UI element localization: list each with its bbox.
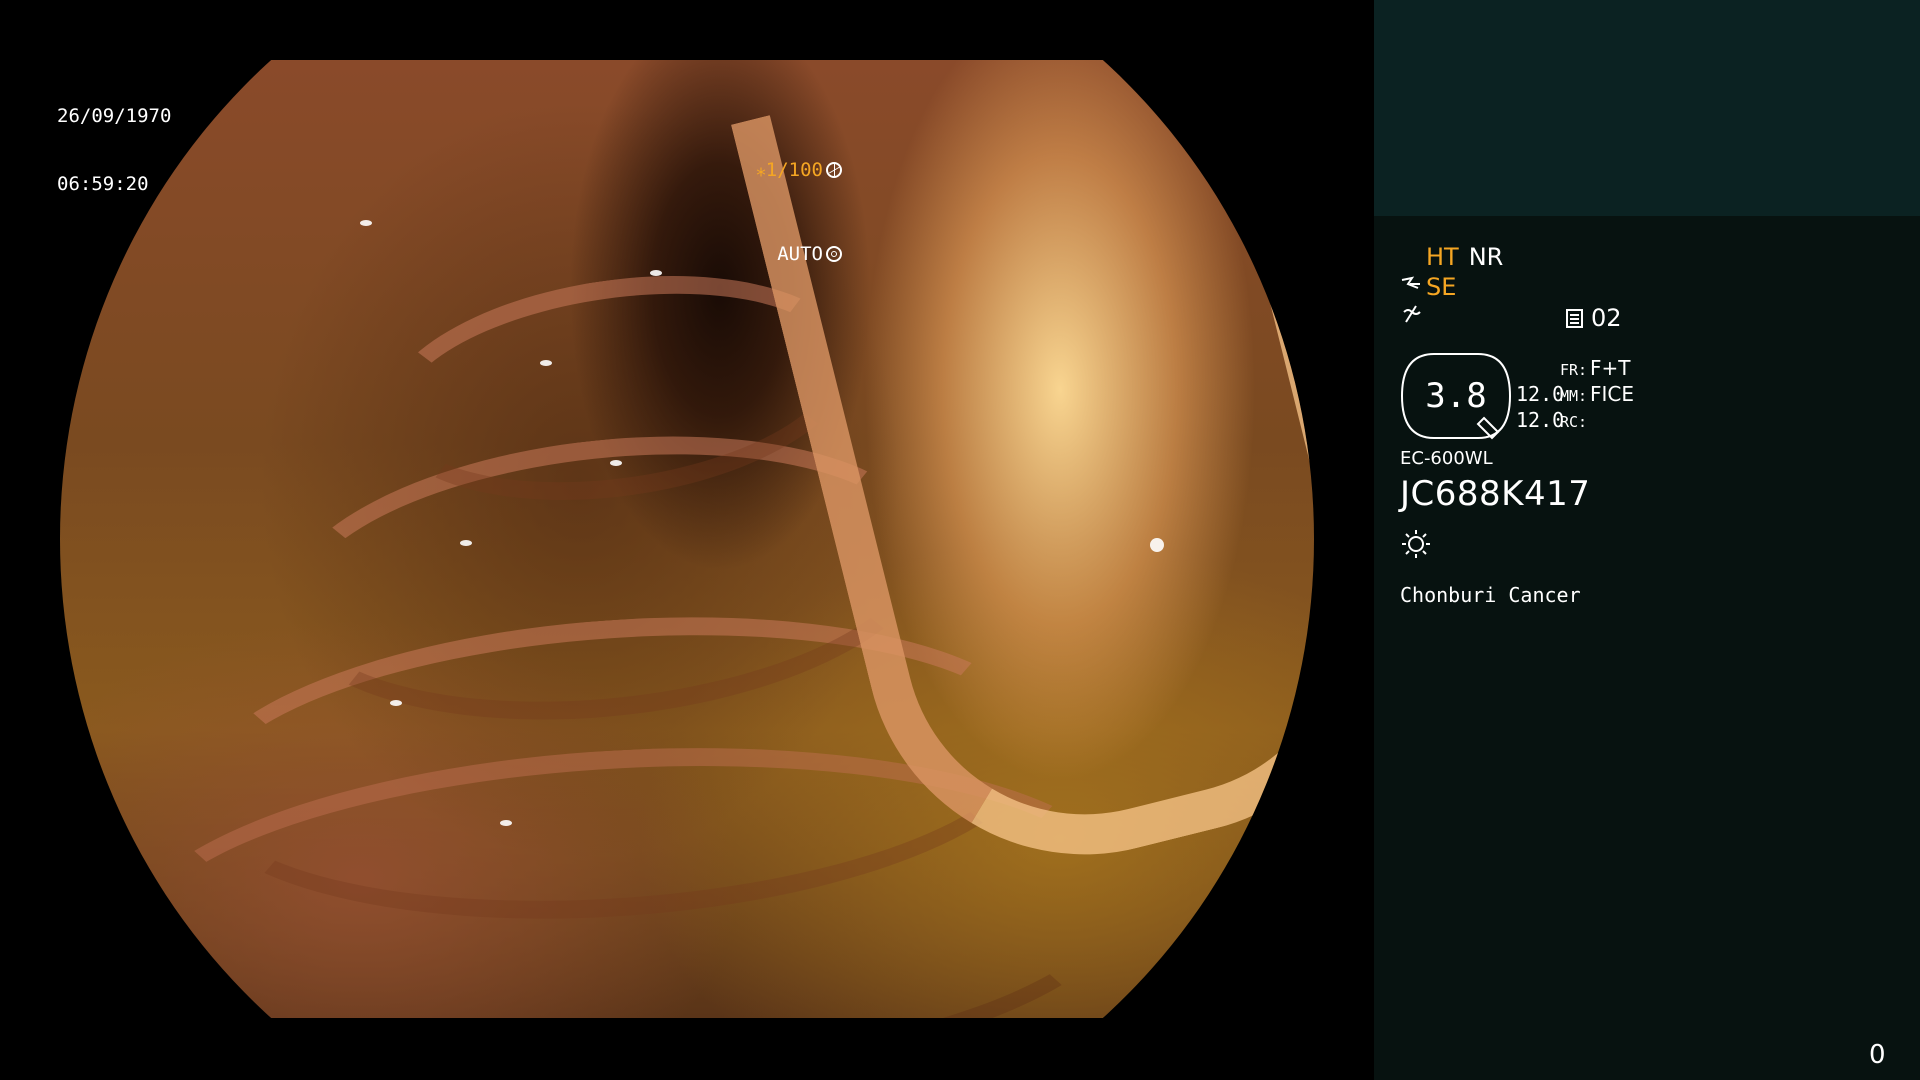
endoscope-image-area: 26/09/1970 06:59:20 ⁎1/100 AUTO	[0, 0, 1374, 1080]
date-text: 26/09/1970	[57, 104, 172, 127]
ht-label: HT	[1426, 243, 1459, 271]
memory-channel-row: 02	[1566, 304, 1622, 332]
specular-highlight	[360, 220, 372, 226]
scope-serial-text: JC688K417	[1400, 474, 1591, 514]
param-row: 12.0 RC:	[1516, 406, 1634, 432]
panel-header-block	[1374, 0, 1920, 216]
se-label: SE	[1426, 273, 1457, 301]
iris-mode-text: AUTO	[777, 243, 823, 265]
nr-label: NR	[1468, 243, 1504, 271]
param-value: FICE	[1590, 382, 1635, 406]
scope-model-text: EC-600WL	[1400, 448, 1493, 469]
param-label: MM:	[1560, 387, 1588, 405]
time-text: 06:59:20	[57, 172, 149, 195]
zoom-value: 3.8	[1425, 376, 1487, 416]
no-filter-icon	[1400, 304, 1426, 330]
date-time-readout: 26/09/1970 06:59:20	[57, 64, 171, 241]
iris-icon	[826, 246, 842, 262]
param-value: F+T	[1590, 356, 1631, 380]
shutter-readout: ⁎1/100 AUTO	[756, 100, 842, 324]
param-label: FR:	[1560, 361, 1588, 379]
structure-enhance-icon	[1400, 274, 1426, 300]
processor-params: FR: F+T 12.0 MM: FICE 12.0 RC:	[1516, 354, 1634, 432]
hospital-name: Chonburi Cancer	[1400, 583, 1581, 607]
aperture-icon	[826, 162, 842, 178]
endoscope-view	[60, 60, 1314, 1018]
specular-highlight	[540, 360, 552, 366]
specular-highlight	[390, 700, 402, 706]
param-label: RC:	[1560, 413, 1588, 431]
specular-highlight	[1150, 538, 1164, 552]
specular-highlight	[500, 820, 512, 826]
param-row: 12.0 MM: FICE	[1516, 380, 1634, 406]
enhance-mode-row: HT NR	[1426, 243, 1503, 271]
param-row: FR: F+T	[1516, 354, 1634, 380]
specular-highlight	[460, 540, 472, 546]
light-source-icon	[1400, 528, 1432, 560]
image-counter: 0	[1869, 1040, 1886, 1070]
zoom-indicator: 3.8	[1400, 352, 1512, 440]
filter-row	[1400, 304, 1426, 330]
specular-highlight	[650, 270, 662, 276]
info-panel: HT NR SE 02 3.8 FR: F+T 12.0 MM: FICE 12…	[1374, 0, 1920, 1080]
channel-number: 02	[1591, 304, 1622, 332]
structure-enhance-row: SE	[1400, 273, 1456, 301]
param-num: 12.0	[1516, 382, 1565, 406]
shutter-speed-text: ⁎1/100	[756, 159, 823, 181]
specular-highlight	[610, 460, 622, 466]
param-num: 12.0	[1516, 408, 1565, 432]
memory-channel-icon	[1566, 308, 1583, 328]
